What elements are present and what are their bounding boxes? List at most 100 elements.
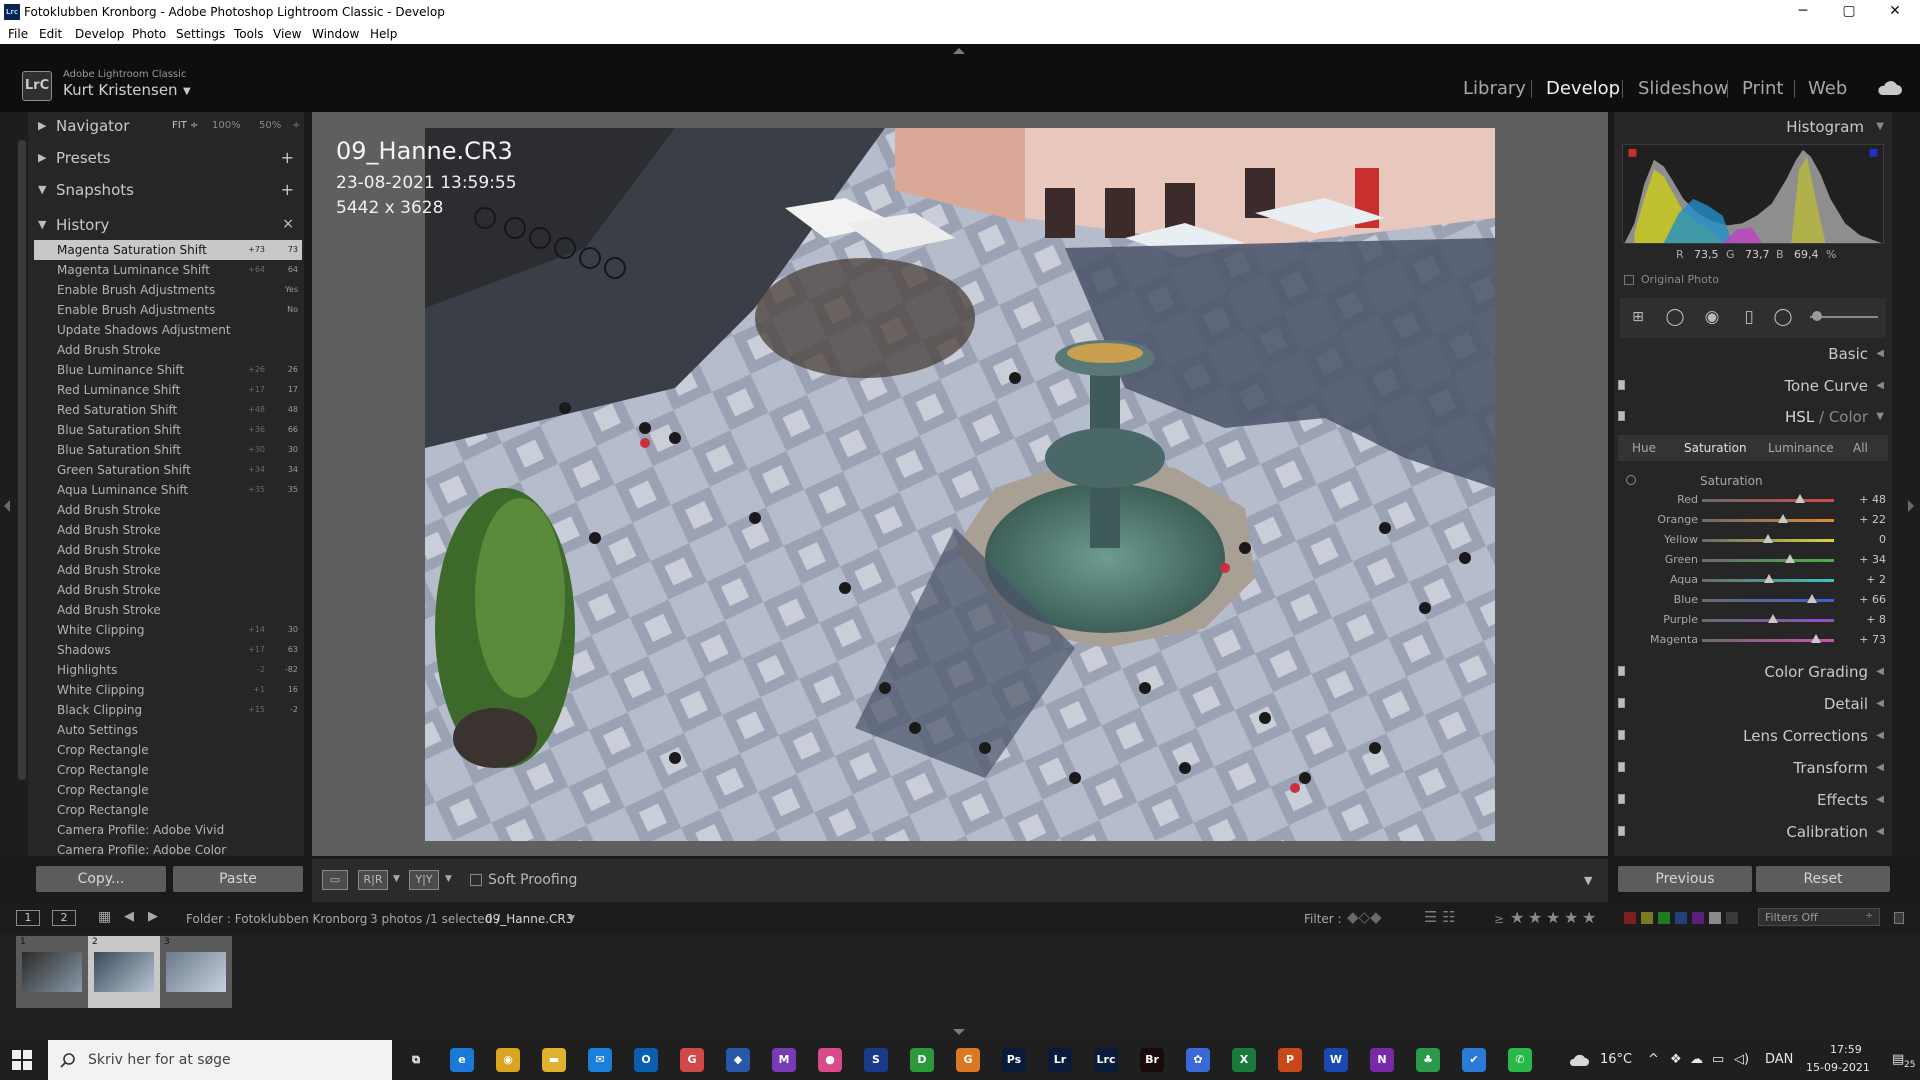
slider-value[interactable]: + 34 bbox=[1836, 553, 1886, 566]
clear-history-button[interactable]: × bbox=[282, 216, 294, 232]
history-item[interactable]: Magenta Saturation Shift +73 73 bbox=[34, 240, 302, 260]
crop-tool-icon[interactable]: ⊞ bbox=[1627, 306, 1649, 328]
taskbar-bridge-icon[interactable]: Br bbox=[1140, 1048, 1164, 1072]
previous-button[interactable]: Previous bbox=[1618, 866, 1752, 892]
star-icon[interactable]: ★ bbox=[1564, 908, 1578, 927]
color-label[interactable]: Color bbox=[1829, 408, 1868, 426]
taskbar-photoshop-icon[interactable]: Ps bbox=[1002, 1048, 1026, 1072]
history-header[interactable]: ▼ History × bbox=[28, 209, 304, 241]
history-item[interactable]: Crop Rectangle bbox=[34, 780, 302, 800]
photo-image[interactable] bbox=[425, 128, 1495, 841]
history-item[interactable]: Auto Settings bbox=[34, 720, 302, 740]
collapse-top-arrow-icon[interactable] bbox=[953, 48, 965, 54]
history-item[interactable]: Crop Rectangle bbox=[34, 760, 302, 780]
filmstrip-thumbnail[interactable]: 3 bbox=[160, 936, 232, 1008]
dropbox-icon[interactable]: ❖ bbox=[1670, 1052, 1682, 1067]
hsl-label[interactable]: HSL bbox=[1785, 408, 1814, 426]
history-item[interactable]: Crop Rectangle bbox=[34, 740, 302, 760]
history-item[interactable]: Blue Saturation Shift +30 30 bbox=[34, 440, 302, 460]
taskbar-powerpoint-icon[interactable]: P bbox=[1278, 1048, 1302, 1072]
color-label-swatch[interactable] bbox=[1658, 912, 1670, 924]
menu-photo[interactable]: Photo bbox=[132, 27, 166, 41]
color-label-swatch[interactable] bbox=[1726, 912, 1738, 924]
network-icon[interactable]: ▭ bbox=[1712, 1052, 1724, 1067]
before-after-view-button[interactable]: R|R bbox=[358, 870, 388, 890]
panel-switch-icon[interactable] bbox=[1618, 411, 1625, 421]
tab-all[interactable]: All bbox=[1853, 441, 1868, 455]
histogram-chart[interactable] bbox=[1622, 144, 1884, 244]
slider-red[interactable]: Red + 48 bbox=[1618, 490, 1888, 510]
panel-switch-icon[interactable] bbox=[1618, 380, 1625, 390]
slider-value[interactable]: + 48 bbox=[1836, 493, 1886, 506]
target-adjustment-icon[interactable] bbox=[1626, 475, 1636, 485]
taskbar-word-icon[interactable]: W bbox=[1324, 1048, 1348, 1072]
history-item[interactable]: Shadows +17 63 bbox=[34, 640, 302, 660]
weather-cloud-icon[interactable] bbox=[1568, 1052, 1590, 1068]
grid-view-icon[interactable]: ▦ bbox=[98, 909, 111, 925]
star-icon[interactable]: ★ bbox=[1546, 908, 1560, 927]
history-item[interactable]: White Clipping +14 30 bbox=[34, 620, 302, 640]
rating-operator[interactable]: ≥ bbox=[1494, 912, 1504, 926]
panel-switch-icon[interactable] bbox=[1618, 794, 1625, 804]
windows-start-icon[interactable] bbox=[12, 1050, 32, 1070]
shadow-clipping-indicator[interactable] bbox=[1628, 148, 1637, 157]
taskbar-app-pink-icon[interactable]: ● bbox=[818, 1048, 842, 1072]
history-item[interactable]: White Clipping +1 16 bbox=[34, 680, 302, 700]
flag-filter-icons[interactable]: ◆◇◆ bbox=[1347, 908, 1382, 926]
filmstrip-thumbnail[interactable]: 2 bbox=[88, 936, 160, 1008]
close-button[interactable]: ✕ bbox=[1872, 0, 1918, 24]
history-item[interactable]: Camera Profile: Adobe Color bbox=[34, 840, 302, 860]
panel-calibration-header[interactable]: Calibration ◀ bbox=[1614, 817, 1892, 847]
taskbar-app-red-icon[interactable]: G bbox=[680, 1048, 704, 1072]
taskbar-app-g-icon[interactable]: G bbox=[956, 1048, 980, 1072]
maximize-button[interactable]: ▢ bbox=[1826, 0, 1872, 24]
filename-dropdown-icon[interactable]: ▼ bbox=[568, 914, 575, 924]
toolbar-menu-chevron-icon[interactable]: ▼ bbox=[1584, 874, 1592, 887]
reset-button[interactable]: Reset bbox=[1756, 866, 1890, 892]
taskbar-task-view-icon[interactable]: ⧉ bbox=[404, 1048, 428, 1072]
history-item[interactable]: Update Shadows Adjustment bbox=[34, 320, 302, 340]
history-item[interactable]: Add Brush Stroke bbox=[34, 540, 302, 560]
history-item[interactable]: Add Brush Stroke bbox=[34, 600, 302, 620]
taskbar-app-green-icon[interactable]: ♣ bbox=[1416, 1048, 1440, 1072]
menu-edit[interactable]: Edit bbox=[39, 27, 62, 41]
history-item[interactable]: Add Brush Stroke bbox=[34, 580, 302, 600]
history-item[interactable]: Black Clipping +15 -2 bbox=[34, 700, 302, 720]
history-item[interactable]: Blue Saturation Shift +36 66 bbox=[34, 420, 302, 440]
menu-settings[interactable]: Settings bbox=[176, 27, 225, 41]
history-item[interactable]: Enable Brush Adjustments Yes bbox=[34, 280, 302, 300]
forward-arrow-icon[interactable]: ▶ bbox=[148, 909, 158, 924]
taskbar-app-multi-icon[interactable]: ✿ bbox=[1186, 1048, 1210, 1072]
color-label-swatch[interactable] bbox=[1692, 912, 1704, 924]
module-develop[interactable]: Develop bbox=[1546, 78, 1620, 99]
taskbar-app-purple-icon[interactable]: M bbox=[772, 1048, 796, 1072]
history-item[interactable]: Blue Luminance Shift +26 26 bbox=[34, 360, 302, 380]
spot-removal-icon[interactable]: ◯ bbox=[1664, 306, 1686, 328]
filter-settings-icon[interactable]: ☰ ☷ bbox=[1424, 908, 1456, 926]
taskbar-lrc-icon[interactable]: Lrc bbox=[1094, 1048, 1118, 1072]
slider-value[interactable]: 0 bbox=[1836, 533, 1886, 546]
radial-filter-icon[interactable]: ◯ bbox=[1772, 306, 1794, 328]
slider-knob[interactable] bbox=[1764, 574, 1775, 583]
panel-switch-icon[interactable] bbox=[1618, 826, 1625, 836]
filmstrip-thumbnail[interactable]: 1 bbox=[16, 936, 88, 1008]
history-item[interactable]: Camera Profile: Adobe Vivid bbox=[34, 820, 302, 840]
taskbar-explorer-icon[interactable]: ▬ bbox=[542, 1048, 566, 1072]
history-item[interactable]: Add Brush Stroke bbox=[34, 340, 302, 360]
red-eye-icon[interactable]: ◉ bbox=[1701, 306, 1723, 328]
history-item[interactable]: Add Brush Stroke bbox=[34, 520, 302, 540]
menu-view[interactable]: View bbox=[273, 27, 301, 41]
left-panel-scrollbar[interactable] bbox=[18, 140, 26, 780]
slider-orange[interactable]: Orange + 22 bbox=[1618, 510, 1888, 530]
menu-window[interactable]: Window bbox=[312, 27, 359, 41]
module-slideshow[interactable]: Slideshow bbox=[1638, 78, 1728, 99]
snapshots-header[interactable]: ▼ Snapshots + bbox=[28, 174, 304, 206]
volume-icon[interactable]: ◁) bbox=[1734, 1052, 1749, 1067]
taskbar-onenote-icon[interactable]: N bbox=[1370, 1048, 1394, 1072]
taskbar-lightroom-icon[interactable]: Lr bbox=[1048, 1048, 1072, 1072]
weather-temperature[interactable]: 16°C bbox=[1600, 1052, 1632, 1067]
navigator-100[interactable]: 100% bbox=[212, 120, 241, 131]
module-print[interactable]: Print bbox=[1742, 78, 1783, 99]
star-icon[interactable]: ★ bbox=[1510, 908, 1524, 927]
cloud-icon[interactable] bbox=[1876, 80, 1902, 96]
